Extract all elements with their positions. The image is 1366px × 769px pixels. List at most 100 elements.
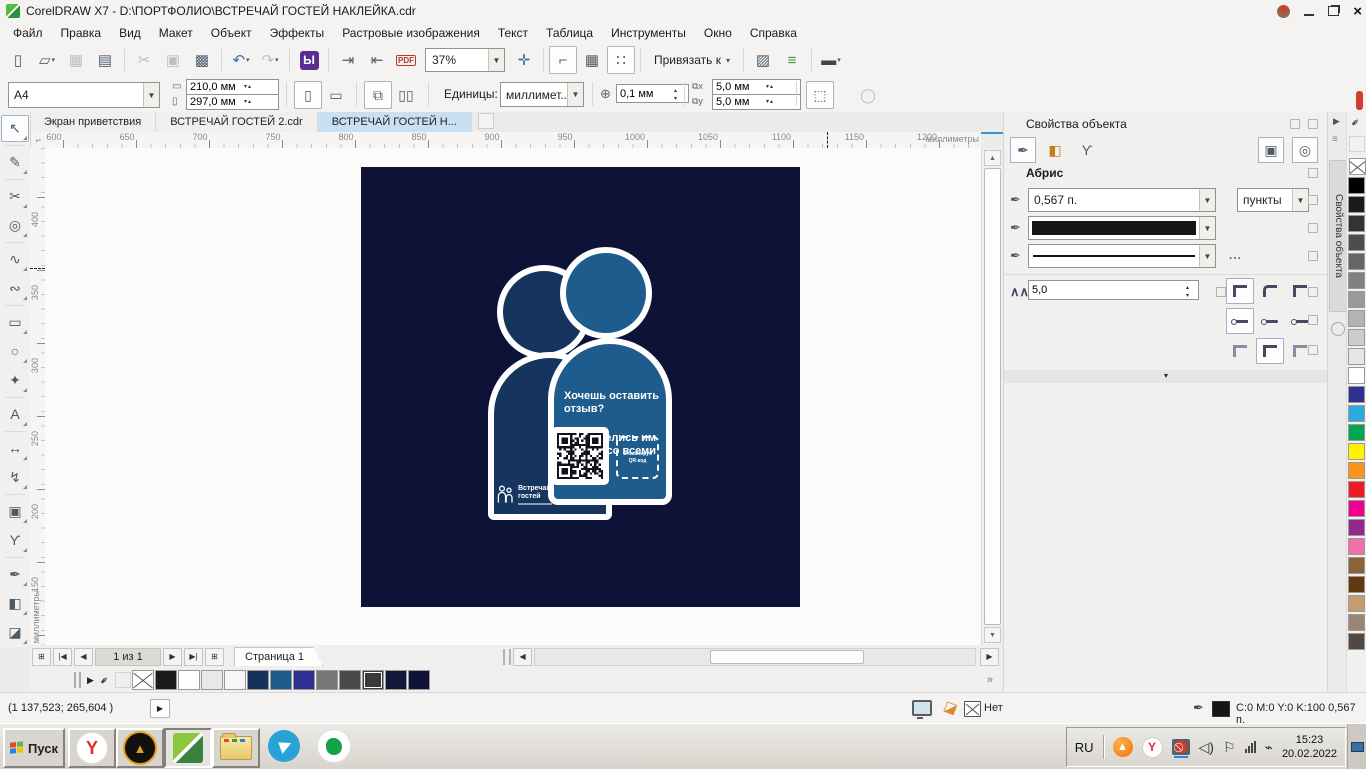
vertical-ruler[interactable]: 400350300250200150100миллиметры bbox=[30, 148, 46, 645]
color-swatch[interactable] bbox=[339, 670, 361, 690]
chevron-down-icon[interactable]: ▼ bbox=[1199, 189, 1215, 211]
color-swatch[interactable] bbox=[1348, 424, 1365, 441]
new-document-button[interactable]: ▯ bbox=[4, 46, 32, 74]
chevron-down-icon[interactable]: ▼ bbox=[488, 49, 504, 71]
scrollbar-splitter[interactable] bbox=[503, 649, 511, 665]
units-combo[interactable]: миллимет... ▼ bbox=[500, 82, 584, 107]
drawing-canvas[interactable]: Хочешь оставитьотзыв? Поделись имсо всем… bbox=[45, 148, 981, 645]
position-centered-button[interactable] bbox=[1256, 338, 1284, 364]
color-swatch[interactable] bbox=[408, 670, 430, 690]
export-button[interactable]: ⇤ bbox=[363, 46, 391, 74]
color-swatch[interactable] bbox=[1348, 196, 1365, 213]
color-swatch[interactable] bbox=[1348, 633, 1365, 650]
color-swatch[interactable] bbox=[1348, 234, 1365, 251]
start-button[interactable]: Пуск bbox=[3, 728, 65, 768]
paste-button[interactable]: ▩ bbox=[188, 46, 216, 74]
restore-button[interactable] bbox=[1328, 6, 1339, 16]
page-height-field[interactable] bbox=[186, 94, 279, 110]
style-checkbox[interactable] bbox=[1308, 251, 1318, 261]
smart-fill-tool[interactable]: ◧ bbox=[1, 590, 29, 617]
color-swatch[interactable] bbox=[1348, 576, 1365, 593]
color-swatch[interactable] bbox=[178, 670, 200, 690]
transparency-section-tab[interactable]: ϒ bbox=[1074, 137, 1100, 163]
position-checkbox[interactable] bbox=[1308, 345, 1318, 355]
menu-item-file[interactable]: Файл bbox=[4, 23, 52, 44]
artistic-media-tool[interactable]: ∾ bbox=[1, 275, 29, 302]
flag-tray-icon[interactable]: ⚐ bbox=[1223, 739, 1236, 756]
color-swatch[interactable] bbox=[1348, 462, 1365, 479]
taskbar-clock[interactable]: 15:2320.02.2022 bbox=[1282, 733, 1337, 761]
scroll-down-button[interactable]: ▼ bbox=[984, 627, 1001, 643]
contour-tool[interactable]: ▣ bbox=[1, 498, 29, 525]
application-launcher-button[interactable]: ▬▾ bbox=[817, 46, 845, 74]
color-swatch[interactable] bbox=[316, 670, 338, 690]
outline-color-combo[interactable]: ▼ bbox=[1028, 216, 1216, 240]
color-swatch[interactable] bbox=[1348, 538, 1365, 555]
new-document-tab-button[interactable] bbox=[478, 113, 494, 129]
portrait-orientation-button[interactable]: ▯ bbox=[294, 81, 322, 109]
palette-more-icon[interactable]: » bbox=[987, 674, 993, 686]
undo-button[interactable]: ↶▾ bbox=[227, 46, 255, 74]
menu-item-text[interactable]: Текст bbox=[489, 23, 537, 44]
brand-logo[interactable]: Встречай гостей bbox=[497, 485, 552, 505]
show-desktop-button[interactable] bbox=[1347, 724, 1366, 769]
spinner-arrows-icon[interactable]: ▾▴ bbox=[766, 98, 774, 105]
cap-square-button[interactable] bbox=[1226, 308, 1254, 334]
wrap-docker-button[interactable]: ▣ bbox=[1258, 137, 1284, 163]
page-tab[interactable]: Страница 1 bbox=[234, 647, 323, 666]
spinner-arrows-icon[interactable]: ▴▾ bbox=[1184, 284, 1191, 300]
avast-tray-icon[interactable]: ▲ bbox=[1113, 737, 1133, 757]
color-swatch[interactable] bbox=[1348, 367, 1365, 384]
rectangle-tool[interactable]: ▭ bbox=[1, 309, 29, 336]
duplicate-distance-x-field[interactable] bbox=[712, 79, 801, 95]
last-page-button[interactable]: ▶| bbox=[184, 648, 203, 666]
full-screen-preview-button[interactable]: ✛ bbox=[510, 46, 538, 74]
spinner-arrows-icon[interactable]: ▾▴ bbox=[766, 83, 774, 90]
ellipse-tool[interactable]: ○ bbox=[1, 338, 29, 365]
vertical-scroll-thumb[interactable] bbox=[984, 168, 1001, 625]
docker-float-button[interactable] bbox=[1290, 119, 1300, 129]
docker-expand-icon[interactable]: ▶ bbox=[1333, 116, 1340, 127]
chevron-down-icon[interactable]: ▼ bbox=[143, 83, 159, 107]
page-border-button[interactable]: ◯ bbox=[854, 81, 882, 109]
color-swatch[interactable] bbox=[247, 670, 269, 690]
taskbar-evernote-button[interactable] bbox=[312, 728, 356, 764]
chevron-down-icon[interactable]: ▼ bbox=[567, 83, 583, 106]
color-swatch[interactable] bbox=[1348, 443, 1365, 460]
horizontal-scrollbar[interactable] bbox=[534, 648, 976, 666]
shape-tool[interactable]: ✎ bbox=[1, 149, 29, 176]
current-page-button[interactable]: ▯▯ bbox=[392, 81, 420, 109]
menu-item-table[interactable]: Таблица bbox=[537, 23, 602, 44]
import-button[interactable]: ⇥ bbox=[334, 46, 362, 74]
blocked-tray-icon[interactable]: ⃠ bbox=[1172, 739, 1190, 755]
corner-miter-button[interactable] bbox=[1226, 278, 1254, 304]
previous-page-button[interactable]: ◀ bbox=[74, 648, 93, 666]
scroll-up-button[interactable]: ▲ bbox=[984, 150, 1001, 166]
menu-item-layout[interactable]: Макет bbox=[150, 23, 202, 44]
palette-drag-handle[interactable] bbox=[74, 672, 81, 688]
color-swatch[interactable] bbox=[1348, 595, 1365, 612]
show-rulers-button[interactable]: ⌐ bbox=[549, 46, 577, 74]
eyedropper-icon[interactable]: ✒ bbox=[1348, 115, 1364, 131]
object-properties-button[interactable]: ≡ bbox=[778, 46, 806, 74]
crop-tool[interactable]: ✂ bbox=[1, 183, 29, 210]
taskbar-yandex-browser-button[interactable]: Y bbox=[68, 728, 116, 768]
vertical-scrollbar[interactable]: ▲ ▼ bbox=[981, 148, 1002, 645]
taskbar-telegram-button[interactable] bbox=[262, 728, 306, 764]
transparency-tool[interactable]: ϒ bbox=[1, 527, 29, 554]
headline-text[interactable]: Хочешь оставитьотзыв? bbox=[564, 390, 659, 416]
outline-section-tab[interactable]: ✒ bbox=[1010, 137, 1036, 163]
scroll-right-button[interactable]: ▶ bbox=[980, 648, 999, 666]
outline-units-combo[interactable]: пункты ▼ bbox=[1237, 188, 1309, 212]
front-person-head-shape[interactable] bbox=[560, 247, 652, 339]
menu-item-object[interactable]: Объект bbox=[202, 23, 261, 44]
artwork-page[interactable]: Хочешь оставитьотзыв? Поделись имсо всем… bbox=[361, 167, 800, 607]
color-swatch[interactable] bbox=[132, 670, 154, 690]
taskbar-aimp-button[interactable]: ▲ bbox=[116, 728, 164, 768]
style-settings-link[interactable]: ... bbox=[1229, 248, 1242, 262]
close-button[interactable]: × bbox=[1353, 4, 1362, 19]
chevron-down-icon[interactable]: ▼ bbox=[1199, 245, 1215, 267]
publish-pdf-button[interactable]: PDF bbox=[392, 46, 420, 74]
landscape-orientation-button[interactable]: ▭ bbox=[322, 81, 350, 109]
fill-section-tab[interactable]: ◧ bbox=[1042, 137, 1068, 163]
